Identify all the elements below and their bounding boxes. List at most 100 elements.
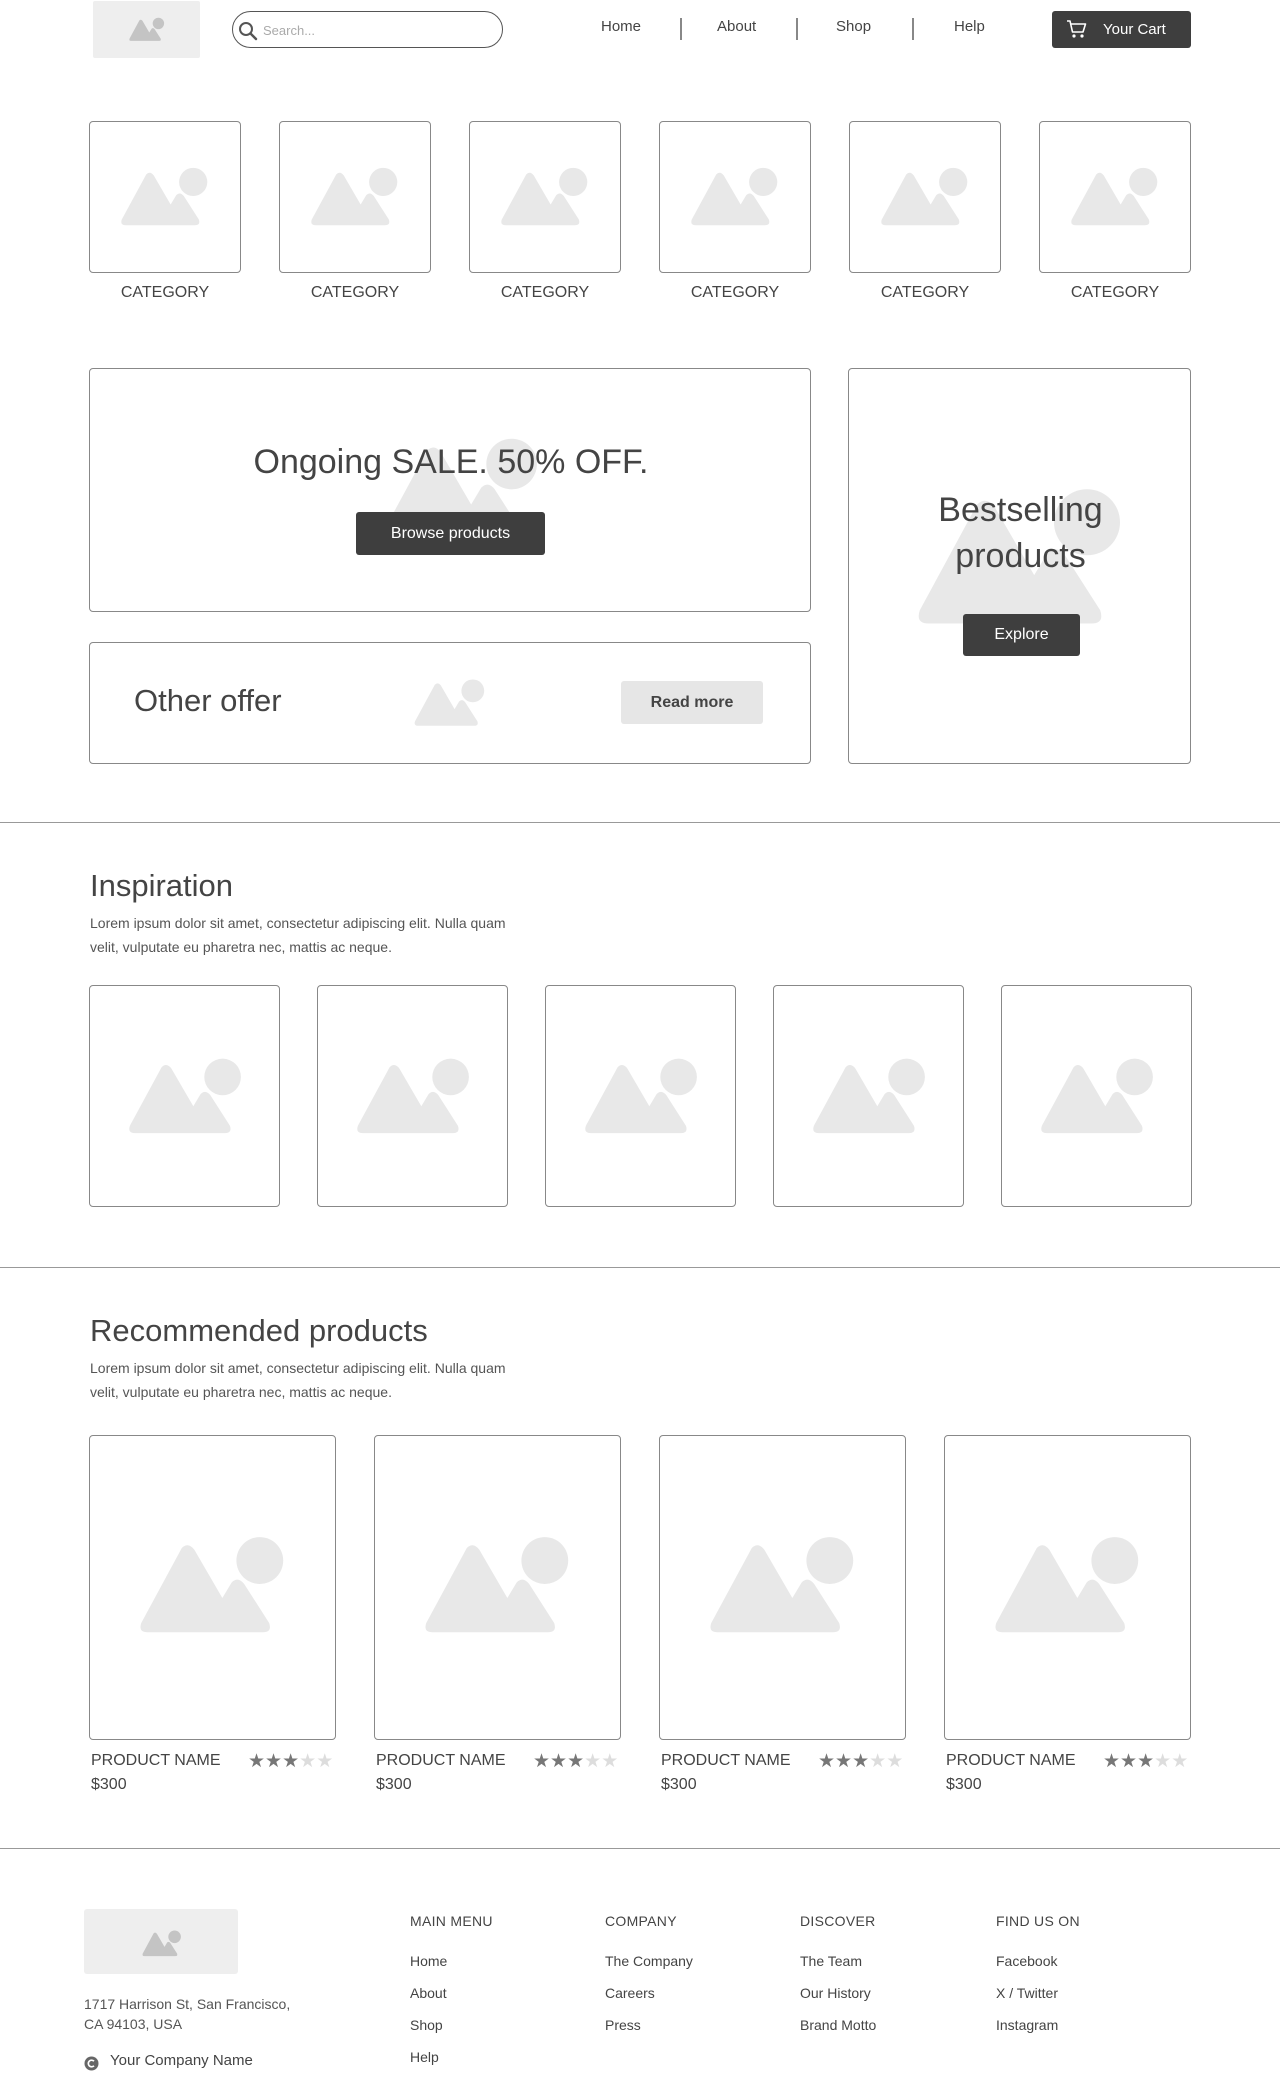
product-image[interactable] xyxy=(89,1435,336,1740)
nav-help[interactable]: Help xyxy=(954,18,985,35)
category-label[interactable]: CATEGORY xyxy=(469,284,621,302)
other-offer-title: Other offer xyxy=(134,683,282,718)
search-icon xyxy=(237,20,259,42)
search-input[interactable] xyxy=(263,18,493,42)
product-image[interactable] xyxy=(944,1435,1191,1740)
image-placeholder-icon xyxy=(125,1056,247,1137)
product-name[interactable]: PRODUCT NAME xyxy=(376,1752,506,1770)
inspiration-tile[interactable] xyxy=(773,985,964,1207)
image-placeholder-icon xyxy=(498,162,592,232)
product-image[interactable] xyxy=(374,1435,621,1740)
star-icon: ★ xyxy=(299,1751,317,1772)
image-placeholder-icon xyxy=(990,1534,1146,1637)
star-icon: ★ xyxy=(567,1751,585,1772)
product-image[interactable] xyxy=(659,1435,906,1740)
other-offer-banner: Other offer Read more xyxy=(89,642,811,764)
category-label[interactable]: CATEGORY xyxy=(1039,284,1191,302)
image-placeholder-icon xyxy=(809,1056,931,1137)
category-tile[interactable] xyxy=(849,121,1001,273)
star-icon: ★ xyxy=(818,1751,836,1772)
category-tile[interactable] xyxy=(89,121,241,273)
star-icon: ★ xyxy=(316,1751,334,1772)
star-icon: ★ xyxy=(1120,1751,1138,1772)
company-name: Your Company Name xyxy=(110,2052,253,2069)
nav-divider xyxy=(912,18,914,40)
footer-link-brand-motto[interactable]: Brand Motto xyxy=(800,2017,876,2033)
bestselling-banner: Bestselling products Explore xyxy=(848,368,1191,764)
footer-link-press[interactable]: Press xyxy=(605,2017,641,2033)
inspiration-tile[interactable] xyxy=(545,985,736,1207)
inspiration-title: Inspiration xyxy=(90,868,234,903)
footer-link-careers[interactable]: Careers xyxy=(605,1985,655,2001)
footer-link-facebook[interactable]: Facebook xyxy=(996,1953,1057,1969)
section-divider xyxy=(0,822,1280,823)
explore-button[interactable]: Explore xyxy=(963,614,1080,656)
star-icon: ★ xyxy=(601,1751,619,1772)
star-icon: ★ xyxy=(1137,1751,1155,1772)
image-placeholder-icon xyxy=(128,17,166,42)
sale-title: Ongoing SALE. 50% OFF. xyxy=(253,443,649,481)
inspiration-tile[interactable] xyxy=(89,985,280,1207)
footer-link-about[interactable]: About xyxy=(410,1985,447,2001)
recommended-description: Lorem ipsum dolor sit amet, consectetur … xyxy=(90,1360,506,1400)
footer-link-help[interactable]: Help xyxy=(410,2049,439,2065)
nav-divider xyxy=(796,18,798,40)
category-tile[interactable] xyxy=(1039,121,1191,273)
footer-heading-discover: DISCOVER xyxy=(800,1913,876,1929)
address-line1: 1717 Harrison St, San Francisco, xyxy=(84,1996,291,2012)
category-label[interactable]: CATEGORY xyxy=(89,284,241,302)
star-icon: ★ xyxy=(869,1751,887,1772)
read-more-button[interactable]: Read more xyxy=(621,681,763,724)
image-placeholder-icon xyxy=(141,1929,183,1958)
product-price: $300 xyxy=(661,1776,697,1793)
footer-heading-main-menu: MAIN MENU xyxy=(410,1913,493,1929)
footer-link-instagram[interactable]: Instagram xyxy=(996,2017,1058,2033)
cart-label: Your Cart xyxy=(1103,21,1166,38)
nav-about[interactable]: About xyxy=(717,18,756,35)
footer-link-twitter[interactable]: X / Twitter xyxy=(996,1985,1058,2001)
product-price: $300 xyxy=(946,1776,982,1793)
footer-logo[interactable] xyxy=(84,1909,238,1974)
product-rating: ★★★★★ xyxy=(248,1752,333,1772)
product-name[interactable]: PRODUCT NAME xyxy=(946,1752,1076,1770)
bestselling-title: Bestselling products xyxy=(849,487,1190,579)
footer-link-the-team[interactable]: The Team xyxy=(800,1953,862,1969)
product-name[interactable]: PRODUCT NAME xyxy=(91,1752,221,1770)
category-label[interactable]: CATEGORY xyxy=(279,284,431,302)
category-tile[interactable] xyxy=(279,121,431,273)
cart-icon xyxy=(1066,19,1088,39)
footer-address: 1717 Harrison St, San Francisco, CA 9410… xyxy=(84,1994,324,2034)
category-label[interactable]: CATEGORY xyxy=(849,284,1001,302)
footer-link-the-company[interactable]: The Company xyxy=(605,1953,693,1969)
section-divider xyxy=(0,1267,1280,1268)
copyright-icon xyxy=(84,2056,99,2071)
bestselling-title-line2: products xyxy=(955,537,1086,575)
bestselling-title-line1: Bestselling xyxy=(938,491,1103,529)
category-tile[interactable] xyxy=(469,121,621,273)
image-placeholder-icon xyxy=(1068,162,1162,232)
logo[interactable] xyxy=(93,1,200,58)
category-label[interactable]: CATEGORY xyxy=(659,284,811,302)
star-icon: ★ xyxy=(835,1751,853,1772)
nav-shop[interactable]: Shop xyxy=(836,18,871,35)
star-icon: ★ xyxy=(1154,1751,1172,1772)
inspiration-tile[interactable] xyxy=(1001,985,1192,1207)
cart-button[interactable]: Your Cart xyxy=(1052,11,1191,48)
category-tile[interactable] xyxy=(659,121,811,273)
star-icon: ★ xyxy=(265,1751,283,1772)
product-name[interactable]: PRODUCT NAME xyxy=(661,1752,791,1770)
nav-home[interactable]: Home xyxy=(601,18,641,35)
image-placeholder-icon xyxy=(420,1534,576,1637)
star-icon: ★ xyxy=(584,1751,602,1772)
inspiration-tile[interactable] xyxy=(317,985,508,1207)
footer-link-shop[interactable]: Shop xyxy=(410,2017,443,2033)
search-bar[interactable] xyxy=(232,11,503,48)
star-icon: ★ xyxy=(533,1751,551,1772)
image-placeholder-icon xyxy=(878,162,972,232)
image-placeholder-icon xyxy=(705,1534,861,1637)
footer-link-our-history[interactable]: Our History xyxy=(800,1985,871,2001)
address-line2: CA 94103, USA xyxy=(84,2016,183,2032)
product-rating: ★★★★★ xyxy=(1103,1752,1188,1772)
browse-products-button[interactable]: Browse products xyxy=(356,512,545,555)
footer-link-home[interactable]: Home xyxy=(410,1953,447,1969)
